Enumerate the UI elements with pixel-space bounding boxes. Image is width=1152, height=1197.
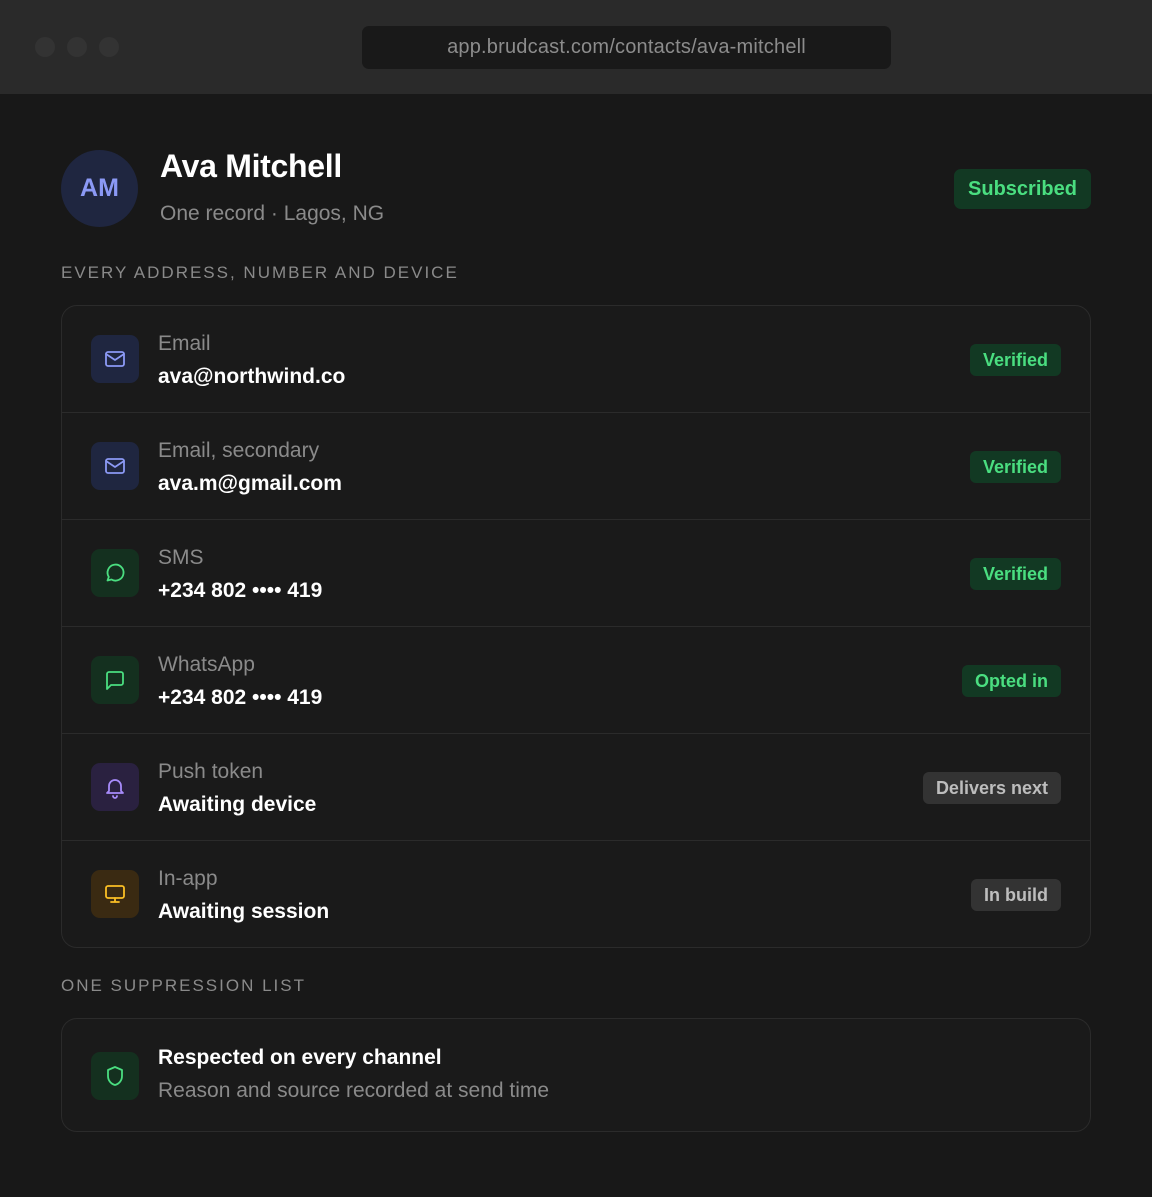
avatar: AM [61, 150, 138, 227]
channels-card: Email ava@northwind.co Verified Email, s… [61, 305, 1091, 948]
subscription-status-badge: Subscribed [954, 169, 1091, 209]
channel-row-email[interactable]: Email ava@northwind.co Verified [62, 306, 1090, 413]
chat-bubble-icon [91, 549, 139, 597]
monitor-icon [91, 870, 139, 918]
channel-label: WhatsApp [158, 653, 255, 676]
window-minimize-control[interactable] [67, 37, 87, 57]
shield-icon [91, 1052, 139, 1100]
mail-icon [91, 442, 139, 490]
channel-row-sms[interactable]: SMS +234 802 •••• 419 Verified [62, 520, 1090, 627]
suppression-subtitle: Reason and source recorded at send time [158, 1079, 550, 1102]
channel-status-badge: Verified [969, 558, 1061, 590]
channel-status-badge: Opted in [962, 665, 1061, 697]
channel-status-badge: Delivers next [922, 772, 1061, 804]
contact-subtitle: One record · Lagos, NG [160, 202, 385, 225]
window-close-control[interactable] [35, 37, 55, 57]
window-maximize-control[interactable] [99, 37, 119, 57]
channel-value: ava@northwind.co [158, 365, 346, 388]
message-square-icon [91, 656, 139, 704]
channel-row-whatsapp[interactable]: WhatsApp +234 802 •••• 419 Opted in [62, 627, 1090, 734]
channel-value: Awaiting device [158, 793, 317, 816]
suppression-card[interactable]: Respected on every channel Reason and so… [61, 1018, 1091, 1132]
channel-row-push-token[interactable]: Push token Awaiting device Delivers next [62, 734, 1090, 841]
channel-value: ava.m@gmail.com [158, 472, 342, 495]
suppression-section-heading: ONE SUPPRESSION LIST [61, 976, 306, 995]
channel-label: SMS [158, 546, 204, 569]
channel-label: Push token [158, 760, 264, 783]
address-bar[interactable]: app.brudcast.com/contacts/ava-mitchell [362, 26, 891, 69]
contact-name: Ava Mitchell [160, 148, 342, 184]
channel-row-in-app[interactable]: In-app Awaiting session In build [62, 841, 1090, 948]
channel-status-badge: Verified [969, 451, 1061, 483]
channel-value: +234 802 •••• 419 [158, 579, 323, 602]
channels-section-heading: EVERY ADDRESS, NUMBER AND DEVICE [61, 263, 459, 282]
channel-label: In-app [158, 867, 218, 890]
channel-row-email-secondary[interactable]: Email, secondary ava.m@gmail.com Verifie… [62, 413, 1090, 520]
channel-label: Email, secondary [158, 439, 320, 462]
browser-titlebar: app.brudcast.com/contacts/ava-mitchell [0, 0, 1152, 94]
bell-icon [91, 763, 139, 811]
mail-icon [91, 335, 139, 383]
channel-value: Awaiting session [158, 900, 330, 923]
suppression-title: Respected on every channel [158, 1046, 442, 1069]
channel-label: Email [158, 332, 211, 355]
channel-status-badge: In build [971, 879, 1061, 911]
channel-value: +234 802 •••• 419 [158, 686, 323, 709]
channel-status-badge: Verified [969, 344, 1061, 376]
